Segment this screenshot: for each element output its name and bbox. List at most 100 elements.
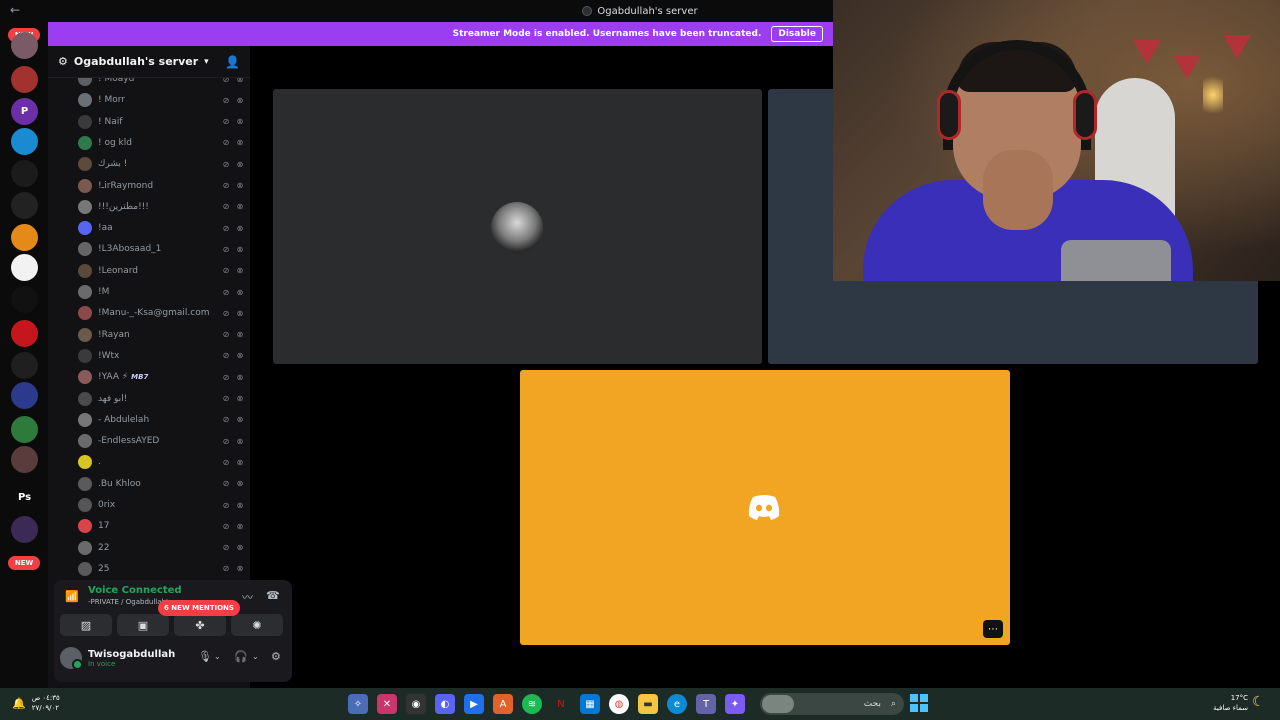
app-icon[interactable]: ▶ bbox=[464, 694, 484, 714]
server-icon[interactable] bbox=[11, 416, 38, 443]
headphones-icon[interactable]: 🎧 bbox=[234, 650, 248, 663]
discord-taskbar-icon[interactable]: ◐ bbox=[435, 694, 455, 714]
capcut-icon[interactable]: ✕ bbox=[377, 694, 397, 714]
member-row[interactable]: بشرك ! ⊘ ⊗ bbox=[78, 155, 246, 173]
member-row[interactable]: !M ⊘ ⊗ bbox=[78, 283, 246, 301]
chevron-down-icon[interactable]: ⌄ bbox=[252, 652, 259, 661]
member-row[interactable]: !Leonard ⊘ ⊗ bbox=[78, 262, 246, 280]
server-icon[interactable]: Ps bbox=[11, 484, 38, 511]
app-icon-a[interactable]: A bbox=[493, 694, 513, 714]
taskbar-clock-area[interactable]: 🔔 ٠٤:٣٥ ص ٢٧/٠٩/٠٢ bbox=[12, 693, 60, 713]
member-name-text: . bbox=[98, 457, 101, 468]
member-row[interactable]: !aa ⊘ ⊗ bbox=[78, 219, 246, 237]
notification-icon[interactable]: 🔔 bbox=[12, 697, 26, 710]
obs-icon[interactable]: ◉ bbox=[406, 694, 426, 714]
member-row[interactable]: ! og kld ⊘ ⊗ bbox=[78, 134, 246, 152]
disable-streamer-button[interactable]: Disable bbox=[771, 26, 823, 42]
server-icon[interactable] bbox=[11, 382, 38, 409]
search-input[interactable]: بحث ⌕ bbox=[760, 693, 904, 715]
member-row[interactable]: 0rix ⊘ ⊗ bbox=[78, 496, 246, 514]
member-row[interactable]: أبو فهد! ⊘ ⊗ bbox=[78, 390, 246, 408]
member-row[interactable]: !ـirRaymond ⊘ ⊗ bbox=[78, 177, 246, 195]
microphone-icon[interactable]: 🎙 bbox=[198, 650, 212, 663]
store-icon[interactable]: ▦ bbox=[580, 694, 600, 714]
member-row[interactable]: 22 ⊘ ⊗ bbox=[78, 539, 246, 557]
member-row[interactable]: !Manu-_-Ksa@gmail.com ⊘ ⊗ bbox=[78, 304, 246, 322]
back-arrow-icon[interactable]: ← bbox=[10, 3, 20, 17]
noise-suppression-icon[interactable]: 〰 bbox=[242, 589, 253, 605]
server-icon[interactable]: P bbox=[11, 98, 38, 125]
member-row[interactable]: !!!مطترين!!! ⊘ ⊗ bbox=[78, 198, 246, 216]
taskbar-time: ٠٤:٣٥ ص bbox=[31, 694, 60, 702]
new-indicator-bottom[interactable]: NEW bbox=[8, 556, 40, 570]
gear-icon[interactable]: ⚙ bbox=[271, 650, 281, 663]
screen-share-button[interactable]: ▣ bbox=[117, 614, 169, 636]
camera-off-button[interactable]: ▨ bbox=[60, 614, 112, 636]
member-row[interactable]: ! Morr ⊘ ⊗ bbox=[78, 91, 246, 109]
avatar bbox=[78, 455, 92, 470]
member-row[interactable]: -EndlessAYED ⊘ ⊗ bbox=[78, 432, 246, 450]
member-row[interactable]: 17 ⊘ ⊗ bbox=[78, 517, 246, 535]
server-icon[interactable] bbox=[11, 352, 38, 379]
server-icon[interactable] bbox=[11, 320, 38, 347]
activities-button[interactable]: ✤ bbox=[174, 614, 226, 636]
member-row[interactable]: - Abdulelah ⊘ ⊗ bbox=[78, 411, 246, 429]
member-name-text: !Rayan bbox=[98, 329, 130, 340]
new-mentions-badge[interactable]: 6 NEW MENTIONS bbox=[158, 600, 240, 616]
netflix-icon[interactable]: N bbox=[551, 694, 571, 714]
edge-icon[interactable]: e bbox=[667, 694, 687, 714]
video-tile-3[interactable]: ⋯ bbox=[520, 370, 1010, 645]
server-icon[interactable] bbox=[11, 66, 38, 93]
disconnect-icon[interactable]: ☎ bbox=[266, 589, 280, 602]
deafened-icon: ⊗ bbox=[236, 436, 244, 446]
windows-start-icon[interactable] bbox=[910, 694, 928, 712]
member-name: !Rayan bbox=[98, 330, 218, 340]
server-icon[interactable] bbox=[11, 446, 38, 473]
member-row[interactable]: !Rayan ⊘ ⊗ bbox=[78, 326, 246, 344]
signal-icon[interactable]: 📶 bbox=[65, 590, 79, 603]
teams-icon[interactable]: T bbox=[696, 694, 716, 714]
member-name-text: !aa bbox=[98, 223, 113, 234]
voice-status[interactable]: Voice Connected bbox=[88, 585, 182, 596]
server-icon[interactable] bbox=[11, 224, 38, 251]
video-tile-1[interactable] bbox=[273, 89, 762, 364]
spotify-icon[interactable]: ≋ bbox=[522, 694, 542, 714]
server-icon[interactable] bbox=[11, 32, 38, 59]
member-row[interactable]: !L3Abosaad_1 ⊘ ⊗ bbox=[78, 240, 246, 258]
weather-widget[interactable]: 17°C سماء صافية bbox=[1200, 693, 1248, 713]
participant-avatar bbox=[491, 202, 543, 254]
member-row[interactable]: 25 ⊘ ⊗ bbox=[78, 560, 246, 578]
server-icon[interactable] bbox=[11, 192, 38, 219]
chevron-down-icon: ▾ bbox=[204, 56, 209, 67]
member-row[interactable]: ! Moayd ⊘ ⊗ bbox=[78, 78, 246, 88]
member-row[interactable]: .Bu Khloo ⊘ ⊗ bbox=[78, 475, 246, 493]
user-panel[interactable]: Twisogabdullah In voice 🎙 ⌄ 🎧 ⌄ ⚙ bbox=[60, 642, 286, 674]
chrome-icon[interactable]: ◍ bbox=[609, 694, 629, 714]
deafened-icon: ⊗ bbox=[236, 543, 244, 553]
chevron-down-icon[interactable]: ⌄ bbox=[214, 652, 221, 661]
member-name-text: أبو فهد! bbox=[98, 393, 128, 404]
task-app-icon[interactable]: ✧ bbox=[348, 694, 368, 714]
server-icon[interactable] bbox=[11, 254, 38, 281]
server-icon[interactable] bbox=[11, 516, 38, 543]
server-icon[interactable] bbox=[11, 128, 38, 155]
member-row[interactable]: ! Naif ⊘ ⊗ bbox=[78, 113, 246, 131]
copilot-icon[interactable]: ✦ bbox=[725, 694, 745, 714]
server-icon[interactable] bbox=[11, 286, 38, 313]
avatar bbox=[78, 242, 92, 257]
search-highlight-image bbox=[762, 695, 794, 713]
more-options-button[interactable]: ⋯ bbox=[983, 620, 1003, 638]
server-header[interactable]: ⚙ Ogabdullah's server ▾ 👤 bbox=[48, 46, 250, 78]
member-row[interactable]: !YAA ⚡ MB7 ⊘ ⊗ bbox=[78, 368, 246, 386]
invite-people-icon[interactable]: 👤 bbox=[225, 55, 240, 69]
member-name: 0rix bbox=[98, 500, 218, 510]
member-row[interactable]: . ⊘ ⊗ bbox=[78, 453, 246, 471]
member-name: !!!مطترين!!! bbox=[98, 202, 218, 212]
mic-muted-icon: ⊘ bbox=[222, 330, 230, 340]
avatar[interactable] bbox=[60, 647, 83, 670]
file-explorer-icon[interactable]: ▬ bbox=[638, 694, 658, 714]
member-row[interactable]: !Wtx ⊘ ⊗ bbox=[78, 347, 246, 365]
deafened-icon: ⊗ bbox=[236, 394, 244, 403]
server-icon[interactable] bbox=[11, 160, 38, 187]
soundboard-button[interactable]: ✺ bbox=[231, 614, 283, 636]
